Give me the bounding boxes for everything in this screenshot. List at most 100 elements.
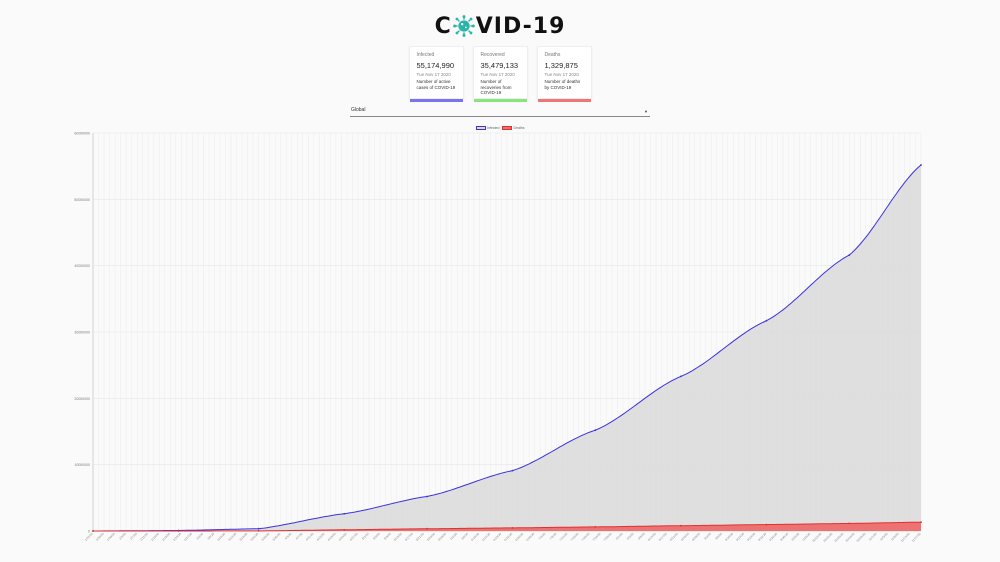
- deaths-point: [343, 528, 346, 531]
- x-tick-label: 3/18/20: [238, 532, 248, 542]
- x-tick-label: 3/30/20: [271, 532, 281, 542]
- x-tick-label: 10/20/20: [833, 532, 844, 543]
- x-tick-label: 5/9/20: [383, 532, 392, 541]
- x-tick-label: 10/24/20: [844, 532, 855, 543]
- x-tick-label: 3/22/20: [249, 532, 259, 542]
- x-tick-label: 6/22/20: [503, 532, 513, 542]
- x-tick-label: 3/26/20: [260, 532, 270, 542]
- x-tick-label: 3/2/20: [195, 532, 204, 541]
- x-tick-label: 8/5/20: [626, 532, 635, 541]
- x-tick-label: 3/6/20: [206, 532, 215, 541]
- y-tick-label: 40000000: [74, 264, 90, 268]
- x-tick-label: 7/28/20: [603, 532, 613, 542]
- x-tick-label: 8/9/20: [637, 532, 646, 541]
- x-tick-label: 11/13/20: [900, 532, 911, 543]
- x-tick-label: 2/15/20: [150, 532, 160, 542]
- x-tick-label: 2/3/20: [118, 532, 127, 541]
- x-tick-label: 7/16/20: [570, 532, 580, 542]
- x-tick-label: 8/21/20: [669, 532, 679, 542]
- infected-point: [848, 254, 851, 256]
- infected-point: [594, 429, 597, 432]
- deaths-point: [920, 521, 922, 524]
- x-tick-label: 2/7/20: [129, 532, 138, 541]
- x-tick-label: 5/5/20: [372, 532, 381, 541]
- x-tick-label: 6/26/20: [514, 532, 524, 542]
- x-tick-label: 5/1/20: [361, 532, 370, 541]
- x-tick-label: 10/4/20: [790, 532, 800, 542]
- x-tick-label: 7/4/20: [538, 532, 547, 541]
- x-tick-label: 11/1/20: [868, 532, 878, 542]
- x-tick-label: 1/30/20: [106, 532, 116, 542]
- infected-point: [257, 527, 260, 530]
- x-tick-label: 5/25/20: [426, 532, 436, 542]
- x-tick-label: 7/20/20: [581, 532, 591, 542]
- y-tick-label: 60000000: [74, 132, 90, 136]
- x-tick-label: 10/12/20: [811, 532, 822, 543]
- x-tick-label: 9/14/20: [735, 532, 745, 542]
- deaths-point: [594, 526, 597, 528]
- x-tick-label: 1/26/20: [95, 532, 105, 542]
- x-tick-label: 3/10/20: [216, 532, 226, 542]
- x-tick-label: 11/17/20: [911, 532, 922, 543]
- x-tick-label: 7/12/20: [559, 532, 569, 542]
- x-tick-label: 4/7/20: [295, 532, 304, 541]
- infected-point: [680, 375, 682, 378]
- x-tick-label: 2/27/20: [183, 532, 193, 542]
- x-tick-label: 6/30/20: [525, 532, 535, 542]
- x-tick-label: 9/26/20: [768, 532, 778, 542]
- x-tick-label: 10/28/20: [855, 532, 866, 543]
- infected-point: [920, 164, 922, 166]
- x-tick-label: 5/13/20: [393, 532, 403, 542]
- y-tick-label: 10000000: [74, 463, 90, 467]
- x-tick-label: 6/14/20: [481, 532, 491, 542]
- x-tick-label: 11/9/20: [890, 532, 900, 542]
- x-tick-label: 11/5/20: [879, 532, 889, 542]
- x-tick-label: 2/23/20: [172, 532, 182, 542]
- x-tick-label: 3/14/20: [227, 532, 237, 542]
- x-tick-label: 6/10/20: [470, 532, 480, 542]
- x-tick-label: 4/27/20: [349, 532, 359, 542]
- x-tick-label: 6/2/20: [449, 532, 458, 541]
- x-tick-label: 4/23/20: [338, 532, 348, 542]
- infected-point: [765, 319, 768, 322]
- infected-point: [343, 512, 346, 515]
- x-tick-label: 8/29/20: [691, 532, 701, 542]
- y-tick-label: 50000000: [74, 198, 90, 202]
- x-tick-label: 9/30/20: [779, 532, 789, 542]
- x-tick-label: 9/10/20: [724, 532, 734, 542]
- x-tick-label: 5/29/20: [437, 532, 447, 542]
- x-tick-label: 5/17/20: [404, 532, 414, 542]
- x-tick-label: 10/16/20: [822, 532, 833, 543]
- x-tick-label: 9/2/20: [703, 532, 712, 541]
- x-tick-label: 9/6/20: [714, 532, 723, 541]
- deaths-point: [257, 530, 260, 532]
- x-tick-label: 7/8/20: [549, 532, 558, 541]
- deaths-point: [765, 523, 768, 526]
- x-tick-label: 6/6/20: [460, 532, 469, 541]
- y-tick-label: 30000000: [74, 331, 90, 335]
- x-tick-label: 2/11/20: [139, 532, 149, 542]
- infected-point: [426, 495, 428, 498]
- cases-chart: 0100000002000000030000000400000005000000…: [74, 132, 922, 543]
- x-tick-label: 7/24/20: [592, 532, 602, 542]
- x-tick-label: 4/11/20: [305, 532, 315, 542]
- x-tick-label: 8/17/20: [658, 532, 668, 542]
- x-tick-label: 1/22/20: [84, 532, 94, 542]
- x-tick-label: 4/15/20: [316, 532, 326, 542]
- deaths-point: [92, 530, 94, 532]
- deaths-point: [680, 524, 682, 527]
- x-tick-label: 6/18/20: [492, 532, 502, 542]
- x-tick-label: 4/19/20: [327, 532, 337, 542]
- y-tick-label: 20000000: [74, 397, 90, 401]
- infected-point: [511, 469, 514, 472]
- x-tick-label: 8/25/20: [680, 532, 690, 542]
- deaths-point: [511, 527, 514, 529]
- x-tick-label: 9/18/20: [746, 532, 756, 542]
- x-tick-label: 4/3/20: [284, 532, 293, 541]
- x-tick-label: 8/1/20: [615, 532, 624, 541]
- x-tick-label: 5/21/20: [415, 532, 425, 542]
- deaths-point: [177, 530, 180, 532]
- x-tick-label: 9/22/20: [757, 532, 767, 542]
- deaths-point: [848, 522, 851, 525]
- deaths-point: [426, 527, 428, 530]
